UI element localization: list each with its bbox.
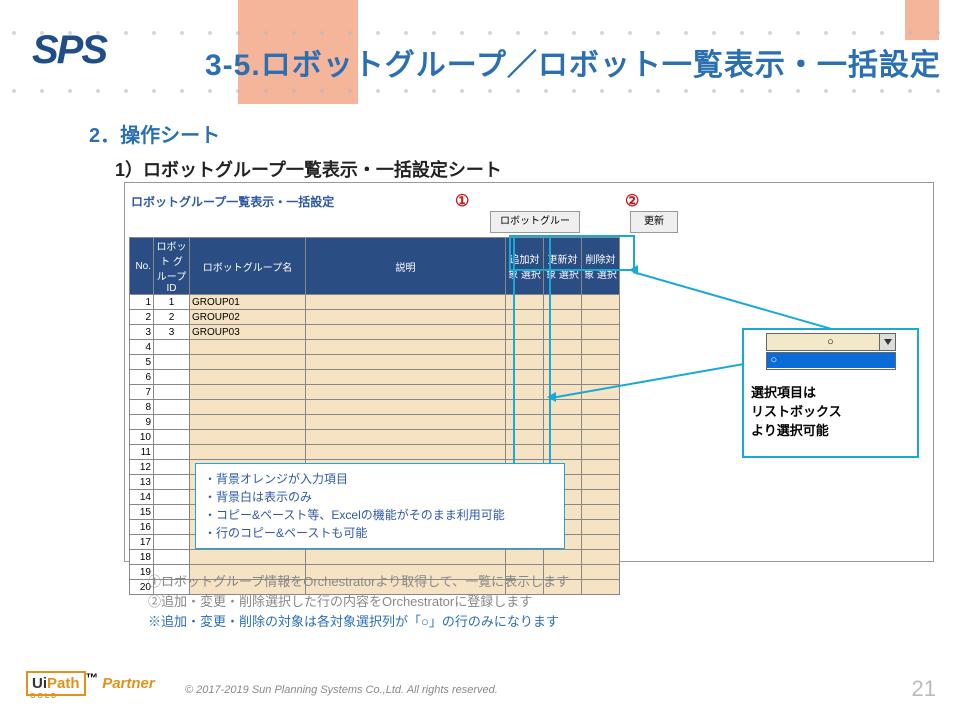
highlight-add-column	[513, 235, 551, 495]
desc-2: ②追加・変更・削除選択した行の内容をOrchestratorに登録します	[148, 592, 569, 612]
col-name: ロボットグループ名	[190, 238, 306, 295]
popup-text-2: リストボックス	[751, 403, 910, 422]
combo-value: ○	[767, 334, 895, 350]
note-line: ・行のコピー&ペーストも可能	[204, 524, 556, 542]
update-button[interactable]: 更新	[630, 211, 678, 233]
note-line: ・背景オレンジが入力項目	[204, 470, 556, 488]
arrow-head-1	[629, 265, 638, 275]
decor-dots	[0, 30, 960, 36]
popup-text-1: 選択項目は	[751, 384, 910, 403]
listbox-option[interactable]: ○	[767, 353, 895, 368]
fetch-group-button[interactable]: ロボットグループ取得	[490, 211, 580, 233]
screenshot-panel: ロボットグループ一覧表示・一括設定 ① ② ロボットグループ取得 更新 No. …	[124, 182, 934, 562]
marker-1: ①	[455, 191, 469, 211]
table-row: 18	[130, 550, 620, 565]
desc-warning: ※追加・変更・削除の対象は各対象選択列が「○」の行のみになります	[148, 612, 569, 632]
decor-dots	[0, 88, 960, 94]
page-title: 3-5.ロボットグループ／ロボット一覧表示・一括設定	[205, 40, 941, 84]
desc-1: ①ロボットグループ情報をOrchestratorより取得して、一覧に表示します	[148, 572, 569, 592]
note-line: ・コピー&ペースト等、Excelの機能がそのまま利用可能	[204, 506, 556, 524]
listbox-dropdown[interactable]: ○	[766, 352, 896, 370]
marker-2: ②	[625, 191, 639, 211]
chevron-down-icon[interactable]	[879, 334, 895, 350]
listbox-combo[interactable]: ○	[766, 333, 896, 351]
col-no: No.	[130, 238, 154, 295]
popup-text-3: より選択可能	[751, 422, 910, 441]
col-desc: 説明	[306, 238, 506, 295]
sps-logo: SPS	[32, 28, 106, 73]
uipath-partner-logo: UiPath™ Partner GOLD	[26, 671, 155, 700]
col-gid: ロボット グループID	[154, 238, 190, 295]
arrow-head-2	[547, 392, 556, 402]
subsection-heading: 1）ロボットグループ一覧表示・一括設定シート	[115, 156, 502, 182]
listbox-popup: ○ ○ 選択項目は リストボックス より選択可能	[742, 328, 919, 458]
copyright: © 2017-2019 Sun Planning Systems Co.,Ltd…	[185, 684, 498, 696]
note-line: ・背景白は表示のみ	[204, 488, 556, 506]
page-number: 21	[912, 676, 936, 702]
section-heading: 2．操作シート	[89, 119, 220, 148]
panel-heading: ロボットグループ一覧表示・一括設定	[131, 193, 334, 210]
notes-box: ・背景オレンジが入力項目 ・背景白は表示のみ ・コピー&ペースト等、Excelの…	[195, 463, 565, 549]
